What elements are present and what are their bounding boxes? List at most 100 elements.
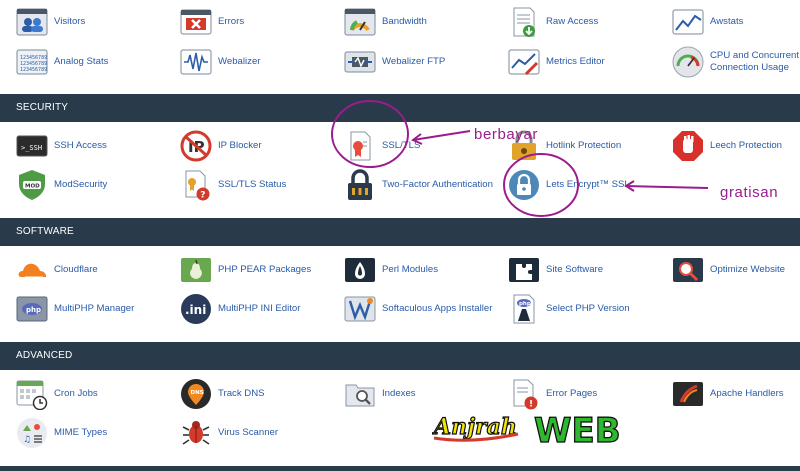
svg-text:?: ?	[200, 191, 205, 201]
advanced-item-label: Track DNS	[218, 388, 265, 399]
security-section-header[interactable]: SECURITY	[0, 94, 800, 122]
svg-text:php: php	[519, 301, 531, 307]
security-item-modsecurity[interactable]: MOD ModSecurity	[16, 168, 176, 202]
modsecurity-icon: MOD	[16, 169, 48, 201]
advanced-item-cron-jobs[interactable]: Cron Jobs	[16, 377, 176, 411]
webalizer-ftp-icon	[344, 46, 376, 78]
errors-icon	[180, 6, 212, 38]
virus-scanner-icon	[180, 417, 212, 449]
softaculous-icon	[344, 293, 376, 325]
lets-encrypt-icon	[508, 169, 540, 201]
raw-access-icon	[508, 6, 540, 38]
advanced-section-header[interactable]: ADVANCED	[0, 342, 800, 370]
software-item-label: Perl Modules	[382, 264, 438, 275]
visitors-icon	[16, 6, 48, 38]
software-item-label: Optimize Website	[710, 264, 785, 275]
advanced-item-label: MIME Types	[54, 427, 108, 438]
webalizer-icon	[180, 46, 212, 78]
advanced-item-apache-handlers[interactable]: Apache Handlers	[672, 377, 800, 411]
advanced-item-label: Indexes	[382, 388, 416, 399]
metrics-item-webalizer[interactable]: Webalizer	[180, 45, 340, 79]
svg-text:>_SSH: >_SSH	[21, 144, 42, 152]
leech-protection-icon	[672, 130, 704, 162]
metrics-editor-icon	[508, 46, 540, 78]
ip-blocker-icon: IP	[180, 130, 212, 162]
cpu-usage-icon	[672, 46, 704, 78]
metrics-item-errors[interactable]: Errors	[180, 5, 340, 39]
svg-text:DNS: DNS	[191, 390, 204, 396]
software-item-label: Select PHP Version	[546, 303, 630, 314]
metrics-item-label: Metrics Editor	[546, 56, 605, 67]
software-section-header[interactable]: SOFTWARE	[0, 218, 800, 246]
bandwidth-icon	[344, 6, 376, 38]
security-item-two-factor[interactable]: Two-Factor Authentication	[344, 168, 504, 202]
metrics-item-label: Analog Stats	[54, 56, 109, 67]
metrics-item-label: Errors	[218, 16, 245, 27]
metrics-item-analog-stats[interactable]: 123456789 123456789 123456789 Analog Stats	[16, 45, 176, 79]
metrics-item-cpu-usage[interactable]: CPU and Concurrent Connection Usage	[672, 45, 800, 79]
ssl-tls-icon	[344, 130, 376, 162]
software-item-select-php[interactable]: php Select PHP Version	[508, 292, 668, 326]
security-item-label: Leech Protection	[710, 140, 782, 151]
svg-text:.ini: .ini	[185, 303, 206, 317]
software-item-multiphp-manager[interactable]: php MultiPHP Manager	[16, 292, 176, 326]
security-item-lets-encrypt[interactable]: Lets Encrypt™ SSL	[508, 168, 668, 202]
software-item-label: Cloudflare	[54, 264, 98, 275]
software-item-php-pear[interactable]: PHP PEAR Packages	[180, 253, 340, 287]
anjrahweb-watermark: Anjrah WEB	[432, 410, 621, 450]
security-item-ip-blocker[interactable]: IP IP Blocker	[180, 129, 340, 163]
svg-text:MOD: MOD	[25, 184, 40, 190]
metrics-item-webalizer-ftp[interactable]: Webalizer FTP	[344, 45, 504, 79]
cloudflare-icon	[16, 254, 48, 286]
security-item-leech-protection[interactable]: Leech Protection	[672, 129, 800, 163]
metrics-item-label: Visitors	[54, 16, 86, 27]
metrics-item-bandwidth[interactable]: Bandwidth	[344, 5, 504, 39]
security-item-label: IP Blocker	[218, 140, 262, 151]
metrics-item-metrics-editor[interactable]: Metrics Editor	[508, 45, 668, 79]
software-item-multiphp-ini[interactable]: .ini MultiPHP INI Editor	[180, 292, 340, 326]
metrics-item-awstats[interactable]: Awstats	[672, 5, 800, 39]
optimize-website-icon	[672, 254, 704, 286]
software-item-softaculous[interactable]: Softaculous Apps Installer	[344, 292, 504, 326]
indexes-icon	[344, 378, 376, 410]
metrics-item-label: Awstats	[710, 16, 744, 27]
software-item-cloudflare[interactable]: Cloudflare	[16, 253, 176, 287]
advanced-item-mime-types[interactable]: ♫ MIME Types	[16, 416, 176, 450]
svg-text:WEB: WEB	[534, 411, 621, 450]
security-item-label: ModSecurity	[54, 179, 108, 190]
security-item-ssh-access[interactable]: >_SSH SSH Access	[16, 129, 176, 163]
annotation-gratisan: gratisan	[720, 184, 779, 201]
software-item-label: Site Software	[546, 264, 604, 275]
metrics-item-raw-access[interactable]: Raw Access	[508, 5, 668, 39]
awstats-icon	[672, 6, 704, 38]
security-item-ssl-tls-status[interactable]: ? SSL/TLS Status	[180, 168, 340, 202]
metrics-item-label: CPU and Concurrent Connection Usage	[710, 50, 800, 73]
two-factor-icon	[344, 169, 376, 201]
advanced-item-label: Error Pages	[546, 388, 598, 399]
php-pear-icon	[180, 254, 212, 286]
section-title: ADVANCED	[16, 350, 73, 361]
security-item-label: Lets Encrypt™ SSL	[546, 179, 630, 190]
track-dns-icon: DNS	[180, 378, 212, 410]
security-item-label: SSL/TLS	[382, 140, 421, 151]
metrics-item-label: Webalizer FTP	[382, 56, 446, 67]
annotation-berbayar: berbayar	[474, 126, 539, 143]
advanced-item-virus-scanner[interactable]: Virus Scanner	[180, 416, 340, 450]
mime-types-icon: ♫	[16, 417, 48, 449]
bottom-section-header	[0, 466, 800, 471]
software-item-perl-modules[interactable]: Perl Modules	[344, 253, 504, 287]
metrics-item-visitors[interactable]: Visitors	[16, 5, 176, 39]
advanced-item-track-dns[interactable]: DNS Track DNS	[180, 377, 340, 411]
section-title: SOFTWARE	[16, 226, 74, 237]
advanced-item-label: Apache Handlers	[710, 388, 784, 399]
software-item-site-software[interactable]: Site Software	[508, 253, 668, 287]
section-title: SECURITY	[16, 102, 69, 113]
metrics-item-label: Bandwidth	[382, 16, 427, 27]
site-software-icon	[508, 254, 540, 286]
analog-stats-icon: 123456789 123456789 123456789	[16, 46, 48, 78]
svg-text:♫: ♫	[23, 435, 31, 445]
software-item-label: Softaculous Apps Installer	[382, 303, 493, 314]
software-item-optimize-website[interactable]: Optimize Website	[672, 253, 800, 287]
ssl-tls-status-icon: ?	[180, 169, 212, 201]
security-item-label: SSL/TLS Status	[218, 179, 287, 190]
